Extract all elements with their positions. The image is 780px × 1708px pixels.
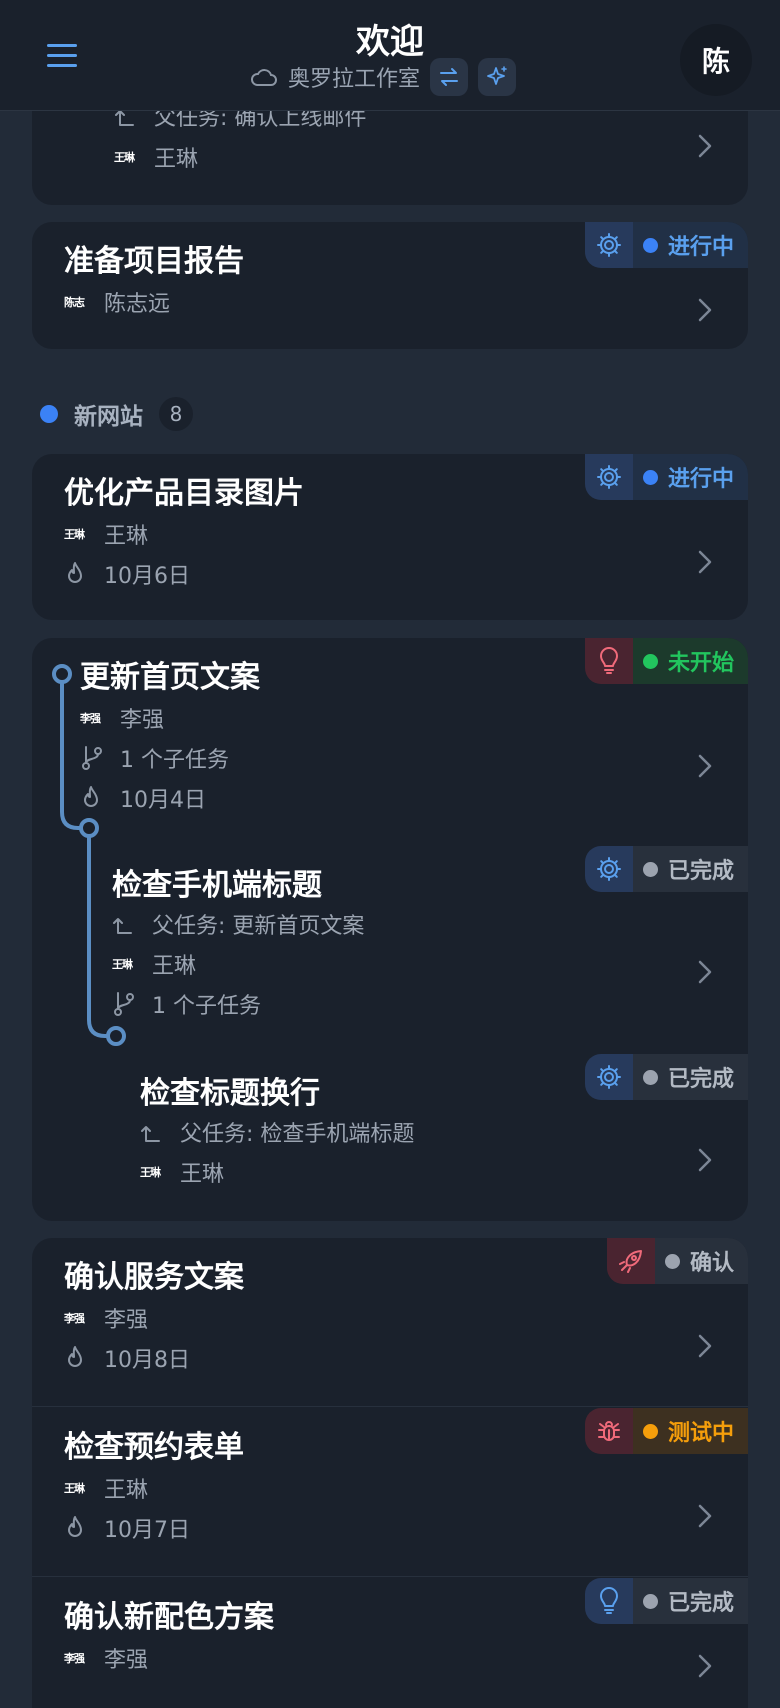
branch-icon <box>82 746 102 770</box>
assignee: 王琳 王琳 <box>64 1472 148 1504</box>
task-tree-card: 未开始 更新首页文案 李强 李强 1 个子任务 10月4日 已完成 检查手机端标… <box>32 638 748 1221</box>
task-card[interactable]: 进行中 准备项目报告 陈志 陈志远 <box>32 222 748 349</box>
assignee-initials: 王琳 <box>114 151 135 164</box>
task-title: 检查标题换行 <box>140 1076 320 1111</box>
assignee: 王琳 王琳 <box>112 948 196 980</box>
assignee-name: 王琳 <box>154 147 199 172</box>
assignee-name: 王琳 <box>104 1478 149 1503</box>
status-badge: 确认 <box>606 1238 748 1284</box>
assignee-name: 王琳 <box>152 954 197 979</box>
chevron-right-icon[interactable] <box>696 296 714 324</box>
assignee: 李强 李强 <box>64 1642 148 1674</box>
task-title: 准备项目报告 <box>64 244 244 279</box>
task-list-card: 确认 确认服务文案 李强 李强 10月8日 测试中 检查预约表单 王琳 王琳 1… <box>32 1238 748 1708</box>
chevron-right-icon[interactable] <box>696 1652 714 1680</box>
due-date: 10月4日 <box>80 782 206 814</box>
parent-task: 父任务: 检查手机端标题 <box>140 1116 414 1148</box>
chevron-right-icon[interactable] <box>696 548 714 576</box>
status-badge: 进行中 <box>584 222 748 268</box>
flame-icon <box>84 786 98 807</box>
assignee-initials: 王琳 <box>140 1166 161 1179</box>
assignee: 李强 李强 <box>80 702 164 734</box>
bug-icon <box>597 1421 620 1441</box>
group-header[interactable]: 新网站 8 <box>40 394 193 434</box>
gear-icon <box>596 465 621 489</box>
subtask-count: 1 个子任务 <box>80 742 229 774</box>
group-count: 8 <box>159 397 193 431</box>
task-title: 优化产品目录图片 <box>64 476 304 511</box>
assignee-initials: 王琳 <box>64 1482 85 1495</box>
chevron-right-icon[interactable] <box>696 132 714 160</box>
status-badge: 已完成 <box>584 846 748 892</box>
assignee: 李强 李强 <box>64 1302 148 1334</box>
assignee-initials: 李强 <box>64 1312 85 1325</box>
assignee-initials: 王琳 <box>64 528 85 541</box>
group-name: 新网站 <box>74 404 143 430</box>
due-date: 10月8日 <box>64 1342 190 1374</box>
gear-icon <box>596 1065 621 1089</box>
workspace-name: 奥罗拉工作室 <box>288 67 421 92</box>
assignee-initials: 李强 <box>64 1652 85 1665</box>
assignee: 王琳 王琳 <box>140 1156 224 1188</box>
flame-icon <box>68 1346 82 1367</box>
chevron-right-icon[interactable] <box>696 1502 714 1530</box>
parent-arrow-icon <box>113 918 132 934</box>
parent-task: 父任务: 更新首页文案 <box>112 908 364 940</box>
branch-icon <box>114 992 134 1016</box>
gear-icon <box>596 857 621 881</box>
gear-icon <box>596 233 621 257</box>
chevron-right-icon[interactable] <box>696 1146 714 1174</box>
assignee: 王琳 王琳 <box>114 141 198 173</box>
status-badge: 已完成 <box>584 1054 748 1100</box>
status-badge: 已完成 <box>584 1578 748 1624</box>
assignee: 王琳 王琳 <box>64 518 148 550</box>
due-date: 10月6日 <box>64 558 190 590</box>
task-title: 更新首页文案 <box>80 660 260 695</box>
chevron-right-icon[interactable] <box>696 752 714 780</box>
status-badge: 进行中 <box>584 454 748 500</box>
workspace-selector[interactable]: 奥罗拉工作室 <box>250 58 517 96</box>
assignee-name: 陈志远 <box>104 292 171 317</box>
flame-icon <box>68 562 82 583</box>
assignee: 陈志 陈志远 <box>64 286 170 318</box>
task-title: 确认服务文案 <box>64 1260 244 1295</box>
app-header: 欢迎 奥罗拉工作室 陈 <box>0 0 780 111</box>
assignee-name: 李强 <box>104 1308 149 1333</box>
sparkle-icon <box>487 66 507 85</box>
assignee-initials: 李强 <box>80 712 101 725</box>
task-title: 检查手机端标题 <box>112 868 322 903</box>
assignee-name: 李强 <box>120 708 165 733</box>
assignee-name: 李强 <box>104 1648 149 1673</box>
chevron-right-icon[interactable] <box>696 1332 714 1360</box>
divider <box>32 1576 748 1577</box>
assignee-name: 王琳 <box>104 524 149 549</box>
rocket-icon <box>618 1250 642 1273</box>
parent-arrow-icon <box>141 1126 160 1142</box>
lightbulb-icon <box>599 647 618 674</box>
subtask-count: 1 个子任务 <box>112 988 261 1020</box>
task-title: 检查预约表单 <box>64 1430 244 1465</box>
swap-icon <box>440 68 459 86</box>
divider <box>32 1406 748 1407</box>
cloud-icon <box>251 69 277 86</box>
assignee-initials: 陈志 <box>64 296 85 309</box>
user-avatar[interactable]: 陈 <box>680 24 752 96</box>
flame-icon <box>68 1516 82 1537</box>
page-title: 欢迎 <box>356 22 424 62</box>
assignee-initials: 王琳 <box>112 958 133 971</box>
ai-assist-button[interactable] <box>478 58 517 96</box>
switch-workspace-button[interactable] <box>430 58 469 96</box>
status-badge: 测试中 <box>584 1408 748 1454</box>
group-color-dot <box>40 405 58 423</box>
due-date: 10月7日 <box>64 1512 190 1544</box>
chevron-right-icon[interactable] <box>696 958 714 986</box>
status-badge: 未开始 <box>584 638 748 684</box>
task-title: 确认新配色方案 <box>64 1600 274 1635</box>
lightbulb-icon <box>599 1587 618 1614</box>
assignee-name: 王琳 <box>180 1162 225 1187</box>
task-card[interactable]: 进行中 优化产品目录图片 王琳 王琳 10月6日 <box>32 454 748 620</box>
